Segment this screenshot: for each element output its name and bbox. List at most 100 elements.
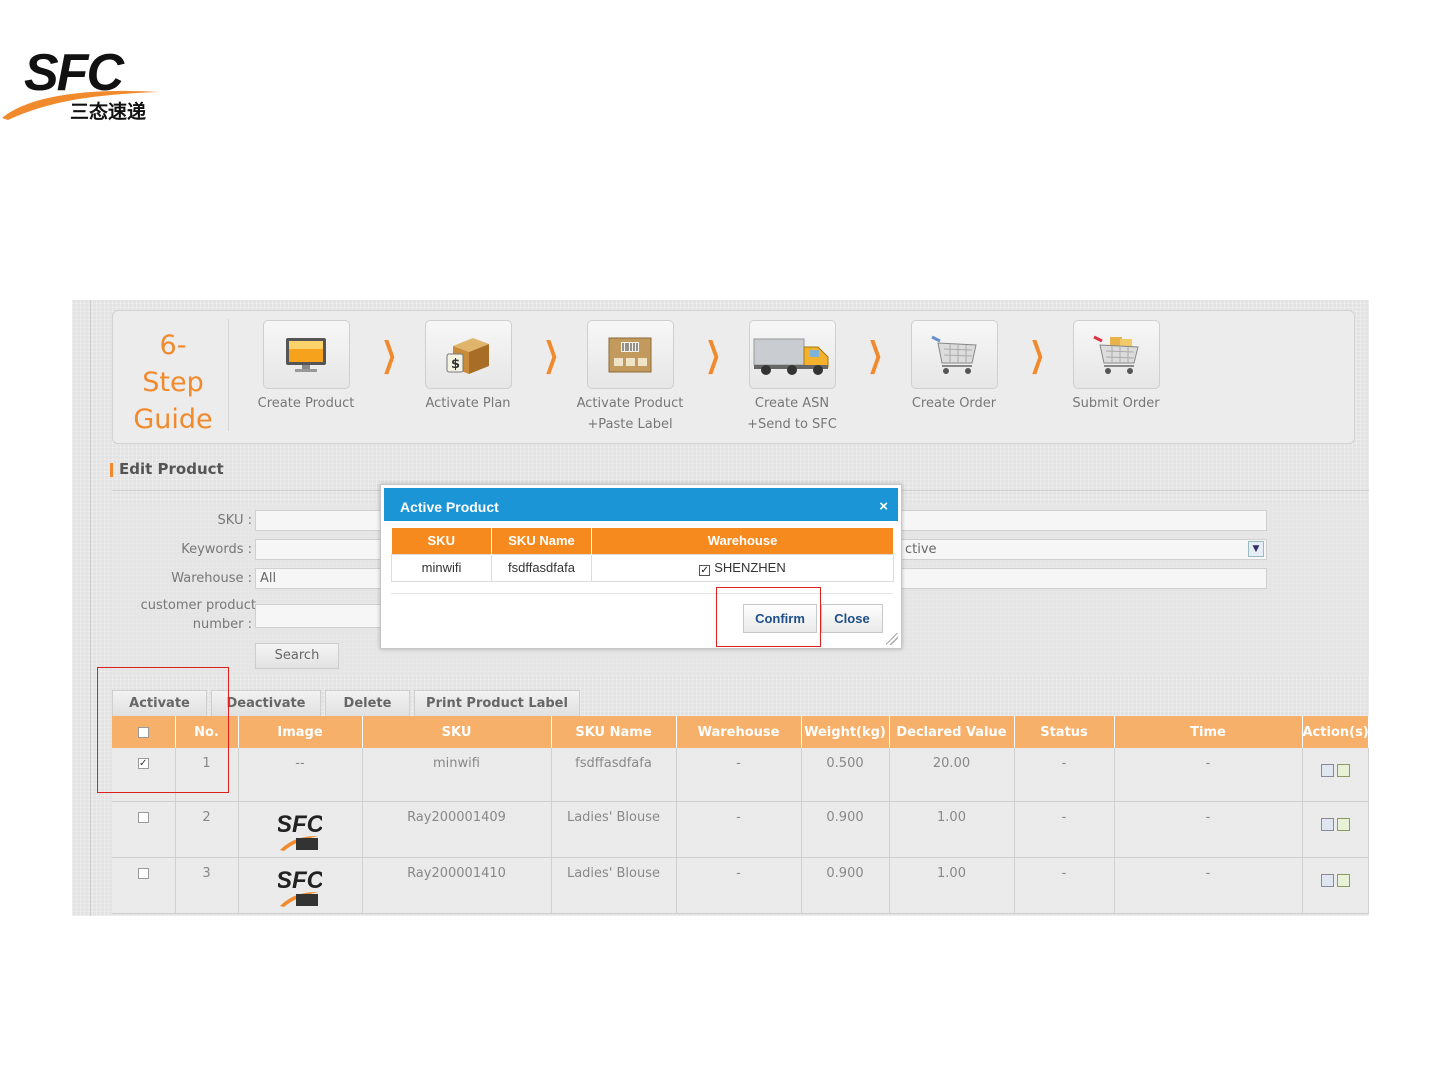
product-table: No. Image SKU SKU Name Warehouse Weight(… xyxy=(112,716,1369,914)
step-create-order[interactable]: Create Order xyxy=(879,320,1029,414)
view-icon[interactable] xyxy=(1320,764,1334,777)
step-create-asn[interactable]: Create ASN +Send to SFC xyxy=(717,320,867,435)
customer-product-label: customer product xyxy=(140,598,256,613)
sfc-logo-graphic: SFC 三态速递 xyxy=(2,44,160,123)
dialog-warehouse-cell: ✓ SHENZHEN xyxy=(591,553,894,582)
sku-input[interactable] xyxy=(255,510,385,531)
barcode-box-icon xyxy=(586,320,674,389)
dialog-warehouse: SHENZHEN xyxy=(714,559,786,575)
right-input-1[interactable] xyxy=(900,510,1267,531)
step-activate-product[interactable]: Activate Product +Paste Label xyxy=(555,320,705,435)
dialog-sku: minwifi xyxy=(391,553,492,582)
row-sku-name: Ladies' Blouse xyxy=(551,801,677,858)
six-step-guide: 6-Step Guide Create Product ❯ $ Activate… xyxy=(112,310,1355,444)
row-sku: Ray200001410 xyxy=(362,857,552,914)
dialog-column-header: SKU xyxy=(391,528,492,554)
svg-text:SFC: SFC xyxy=(278,811,322,838)
row-sku: Ray200001409 xyxy=(362,801,552,858)
active-product-dialog: Active Product × SKU SKU Name Warehouse … xyxy=(380,484,902,649)
svg-text:SFC: SFC xyxy=(278,867,322,894)
row-time: - xyxy=(1114,748,1303,802)
table-row[interactable]: ✓ 1 -- minwifi fsdffasdfafa - 0.500 20.0… xyxy=(112,748,1369,802)
chevron-down-icon[interactable]: ▼ xyxy=(1248,541,1264,557)
row-time: - xyxy=(1114,857,1303,914)
dialog-sku-name: fsdffasdfafa xyxy=(491,553,592,582)
column-header[interactable]: Time xyxy=(1114,716,1303,748)
step-label: Activate Product +Paste Label xyxy=(576,396,684,432)
view-icon[interactable] xyxy=(1320,817,1334,831)
row-checkbox[interactable] xyxy=(137,867,149,879)
sfc-logo: SFC 三态速递 xyxy=(0,40,170,126)
confirm-highlight-box xyxy=(716,587,821,647)
column-header: Action(s) xyxy=(1302,716,1369,748)
dialog-table-header: SKU SKU Name Warehouse xyxy=(391,528,894,554)
delete-button[interactable]: Delete xyxy=(325,690,410,716)
row-actions xyxy=(1302,857,1369,914)
edit-icon[interactable] xyxy=(1336,817,1350,831)
warehouse-checkbox[interactable]: ✓ xyxy=(699,564,711,576)
step-create-product[interactable]: Create Product xyxy=(231,320,381,414)
package-dollar-icon: $ xyxy=(424,320,512,389)
dialog-column-header: SKU Name xyxy=(491,528,592,554)
step-label: Create ASN +Send to SFC xyxy=(747,396,837,432)
column-header[interactable]: Warehouse xyxy=(676,716,802,748)
keywords-label: Keywords : xyxy=(181,542,252,557)
row-status: - xyxy=(1014,857,1115,914)
sku-label: SKU : xyxy=(217,513,252,528)
step-activate-plan[interactable]: $ Activate Plan xyxy=(393,320,543,414)
row-checkbox[interactable] xyxy=(137,811,149,823)
activate-highlight-box xyxy=(97,667,229,793)
close-button[interactable]: Close xyxy=(821,604,883,633)
status-select-value: ctive xyxy=(905,542,937,557)
column-header[interactable]: Image xyxy=(238,716,363,748)
step-label: Submit Order xyxy=(1072,396,1160,411)
row-image: SFC xyxy=(238,857,363,914)
resize-handle-icon[interactable] xyxy=(886,633,898,645)
truck-icon xyxy=(748,320,836,389)
customer-product-label-2: number : xyxy=(192,617,252,632)
row-warehouse: - xyxy=(676,857,802,914)
dialog-header: Active Product × xyxy=(381,485,901,521)
print-label-button[interactable]: Print Product Label xyxy=(414,690,580,716)
row-declared-value: 1.00 xyxy=(889,801,1015,858)
step-label: Activate Plan xyxy=(425,396,511,411)
monitor-icon xyxy=(262,320,350,389)
product-thumbnail: SFC xyxy=(276,867,325,907)
table-row[interactable]: 3 SFC Ray200001410 Ladies' Blouse - 0.90… xyxy=(112,857,1369,914)
row-no: 2 xyxy=(175,801,239,858)
warehouse-label: Warehouse : xyxy=(171,571,252,586)
edit-icon[interactable] xyxy=(1336,873,1350,887)
column-header[interactable]: Weight(kg) xyxy=(801,716,890,748)
row-no: 3 xyxy=(175,857,239,914)
warehouse-select[interactable]: All xyxy=(255,568,385,589)
customer-product-input[interactable] xyxy=(255,604,385,628)
close-icon[interactable]: × xyxy=(879,488,888,526)
svg-text:三态速递: 三态速递 xyxy=(70,100,146,123)
row-weight: 0.500 xyxy=(801,748,890,802)
search-button[interactable]: Search xyxy=(255,643,339,669)
edit-icon[interactable] xyxy=(1336,764,1350,777)
step-submit-order[interactable]: Submit Order xyxy=(1041,320,1191,414)
table-header-row: No. Image SKU SKU Name Warehouse Weight(… xyxy=(112,716,1369,748)
row-image: -- xyxy=(238,748,363,802)
row-weight: 0.900 xyxy=(801,801,890,858)
status-select[interactable]: ctive ▼ xyxy=(900,539,1267,560)
row-sku: minwifi xyxy=(362,748,552,802)
row-warehouse: - xyxy=(676,801,802,858)
column-header[interactable]: SKU xyxy=(362,716,552,748)
table-row[interactable]: 2 SFC Ray200001409 Ladies' Blouse - 0.90… xyxy=(112,801,1369,858)
left-divider xyxy=(90,300,91,916)
dialog-column-header: Warehouse xyxy=(591,528,894,554)
view-icon[interactable] xyxy=(1320,873,1334,887)
row-status: - xyxy=(1014,801,1115,858)
dialog-table-row: minwifi fsdffasdfafa ✓ SHENZHEN xyxy=(391,553,894,582)
column-header[interactable]: SKU Name xyxy=(551,716,677,748)
keywords-input[interactable] xyxy=(255,539,385,560)
right-input-3[interactable] xyxy=(900,568,1267,589)
column-header[interactable]: Declared Value xyxy=(889,716,1015,748)
guide-title: 6-Step Guide xyxy=(133,330,213,435)
edit-product-title: Edit Product xyxy=(110,460,224,478)
column-header[interactable]: Status xyxy=(1014,716,1115,748)
row-warehouse: - xyxy=(676,748,802,802)
product-thumbnail: SFC xyxy=(276,811,325,851)
